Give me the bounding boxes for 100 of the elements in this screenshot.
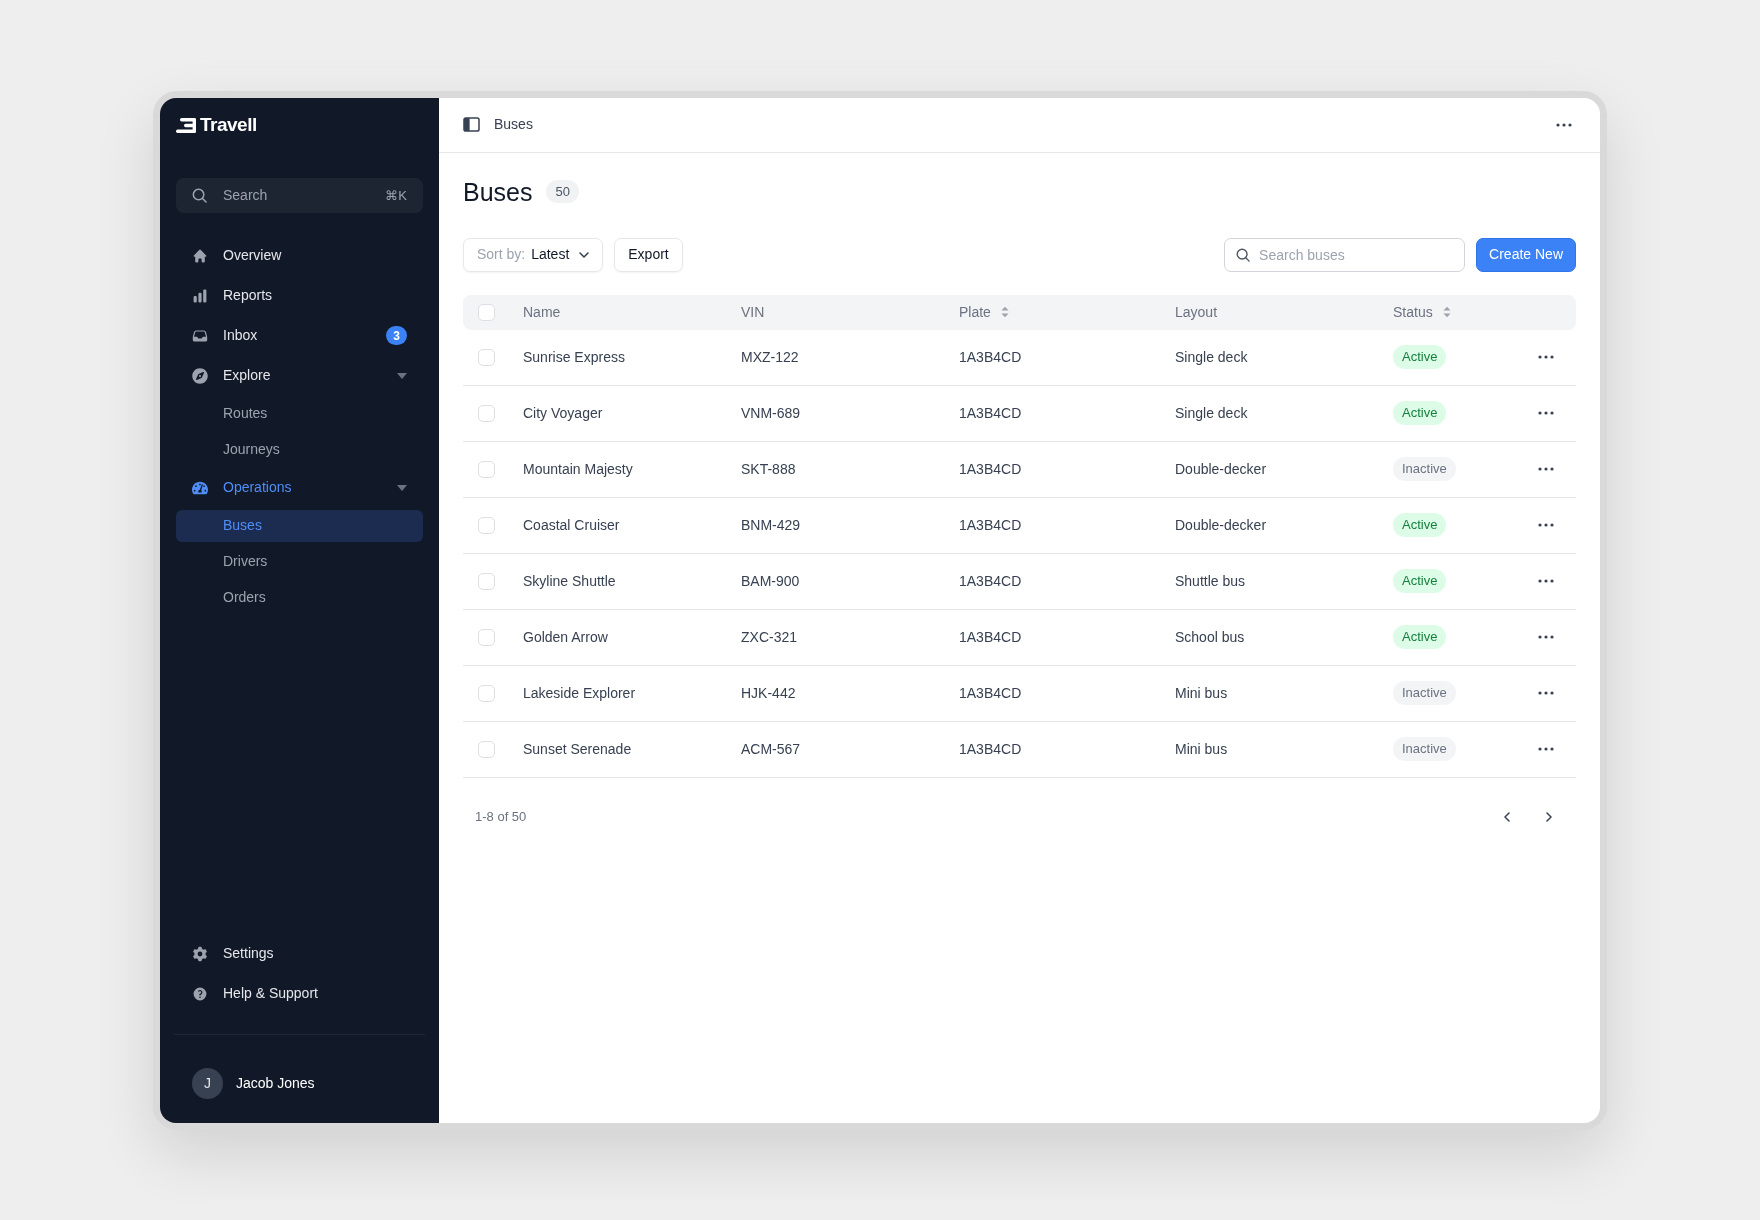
- chevron-down-icon: [579, 251, 590, 258]
- logo-icon: [176, 118, 196, 133]
- ellipsis-icon: [1538, 691, 1554, 695]
- bus-name: Sunrise Express: [523, 347, 625, 367]
- plate-number: 1A3B4CD: [959, 459, 1022, 479]
- plate-number: 1A3B4CD: [959, 683, 1022, 703]
- checkbox[interactable]: [478, 684, 495, 702]
- bus-name: Mountain Majesty: [523, 459, 633, 479]
- layout-type: Double-decker: [1175, 515, 1267, 535]
- status-badge: Active: [1393, 625, 1447, 649]
- avatar: J: [192, 1068, 223, 1099]
- bus-name: Skyline Shuttle: [523, 571, 616, 591]
- nav-item[interactable]: Operations: [176, 467, 423, 508]
- layout-type: Double-decker: [1175, 459, 1267, 479]
- shortcut-hint: ⌘K: [385, 186, 407, 204]
- ellipsis-icon: [1538, 467, 1554, 471]
- home-icon: [192, 247, 208, 264]
- plate-number: 1A3B4CD: [959, 347, 1022, 367]
- ellipsis-icon: [1538, 747, 1554, 751]
- compass-icon: [192, 367, 208, 384]
- ellipsis-icon: [1538, 579, 1554, 583]
- layout-type: Single deck: [1175, 403, 1248, 423]
- breadcrumb: Buses: [494, 115, 533, 134]
- nav-subitem[interactable]: Buses: [176, 509, 423, 542]
- ellipsis-icon: [1538, 635, 1554, 639]
- column-heading: Layout: [1175, 302, 1218, 322]
- nav-item[interactable]: Inbox 3: [176, 315, 423, 356]
- bus-name: Sunset Serenade: [523, 739, 632, 759]
- help-icon: [192, 985, 208, 1002]
- checkbox[interactable]: [478, 628, 495, 646]
- nav-item[interactable]: Help & Support: [176, 973, 423, 1014]
- sidebar-panel-icon: [463, 117, 480, 132]
- inbox-icon: [192, 327, 208, 344]
- plate-number: 1A3B4CD: [959, 571, 1022, 591]
- column-heading: Name: [523, 302, 561, 322]
- chevron-right-icon: [1546, 811, 1552, 822]
- nav-item[interactable]: Explore: [176, 355, 423, 396]
- nav-subitem[interactable]: Journeys: [176, 433, 423, 466]
- plate-number: 1A3B4CD: [959, 739, 1022, 759]
- gauge-icon: [192, 479, 208, 496]
- nav-item[interactable]: Settings: [176, 933, 423, 974]
- status-badge: Active: [1393, 401, 1447, 425]
- layout-type: Shuttle bus: [1175, 571, 1246, 591]
- layout-type: School bus: [1175, 627, 1245, 647]
- ellipsis-icon: [1538, 411, 1554, 415]
- vin-number: SKT-888: [741, 459, 796, 479]
- ellipsis-icon: [1538, 355, 1554, 359]
- page-title: Buses: [463, 176, 533, 208]
- vin-number: MXZ-122: [741, 347, 799, 367]
- status-badge: Active: [1393, 513, 1447, 537]
- layout-type: Mini bus: [1175, 739, 1228, 759]
- checkbox[interactable]: [478, 460, 495, 478]
- column-heading[interactable]: Status: [1393, 301, 1451, 323]
- nav-item[interactable]: Overview: [176, 235, 423, 276]
- sidebar-toggle-button[interactable]: [463, 117, 480, 132]
- nav-subitem[interactable]: Routes: [176, 397, 423, 430]
- search-icon: [192, 187, 207, 203]
- column-heading: VIN: [741, 302, 765, 322]
- ellipsis-icon: [1538, 523, 1554, 527]
- vin-number: HJK-442: [741, 683, 796, 703]
- plate-number: 1A3B4CD: [959, 403, 1022, 423]
- chevron-left-icon: [1504, 811, 1510, 822]
- pagination-range: 1-8 of 50: [475, 807, 527, 826]
- nav-item[interactable]: Reports: [176, 275, 423, 316]
- count-badge: 50: [546, 179, 579, 204]
- bus-name: City Voyager: [523, 403, 603, 423]
- vin-number: ACM-567: [741, 739, 801, 759]
- checkbox[interactable]: [478, 348, 495, 366]
- search-icon: [1236, 247, 1251, 262]
- create-new-button[interactable]: Create New: [1476, 237, 1576, 272]
- sort-dropdown[interactable]: Sort by: Latest: [463, 237, 604, 272]
- bus-name: Golden Arrow: [523, 627, 608, 647]
- settings-icon: [192, 945, 208, 962]
- column-heading[interactable]: Plate: [959, 301, 1009, 323]
- vin-number: VNM-689: [741, 403, 801, 423]
- search-field[interactable]: Search buses: [1224, 237, 1466, 272]
- bus-name: Coastal Cruiser: [523, 515, 620, 535]
- nav-subitem[interactable]: Orders: [176, 581, 423, 614]
- checkbox[interactable]: [478, 404, 495, 422]
- layout-type: Mini bus: [1175, 683, 1228, 703]
- plate-number: 1A3B4CD: [959, 515, 1022, 535]
- ellipsis-icon: [1556, 122, 1572, 127]
- checkbox[interactable]: [478, 516, 495, 534]
- checkbox[interactable]: [478, 740, 495, 758]
- status-badge: Inactive: [1393, 737, 1456, 761]
- count-badge: 3: [386, 326, 407, 345]
- vin-number: ZXC-321: [741, 627, 798, 647]
- plate-number: 1A3B4CD: [959, 627, 1022, 647]
- vin-number: BAM-900: [741, 571, 800, 591]
- bar-chart-icon: [192, 287, 208, 304]
- layout-type: Single deck: [1175, 347, 1248, 367]
- logo-text: Travell: [200, 113, 257, 138]
- checkbox[interactable]: [478, 572, 495, 590]
- status-badge: Inactive: [1393, 681, 1456, 705]
- export-button[interactable]: Export: [614, 237, 683, 272]
- nav-subitem[interactable]: Drivers: [176, 545, 423, 578]
- checkbox[interactable]: [478, 303, 495, 321]
- vin-number: BNM-429: [741, 515, 801, 535]
- bus-name: Lakeside Explorer: [523, 683, 636, 703]
- user-name: Jacob Jones: [236, 1074, 315, 1093]
